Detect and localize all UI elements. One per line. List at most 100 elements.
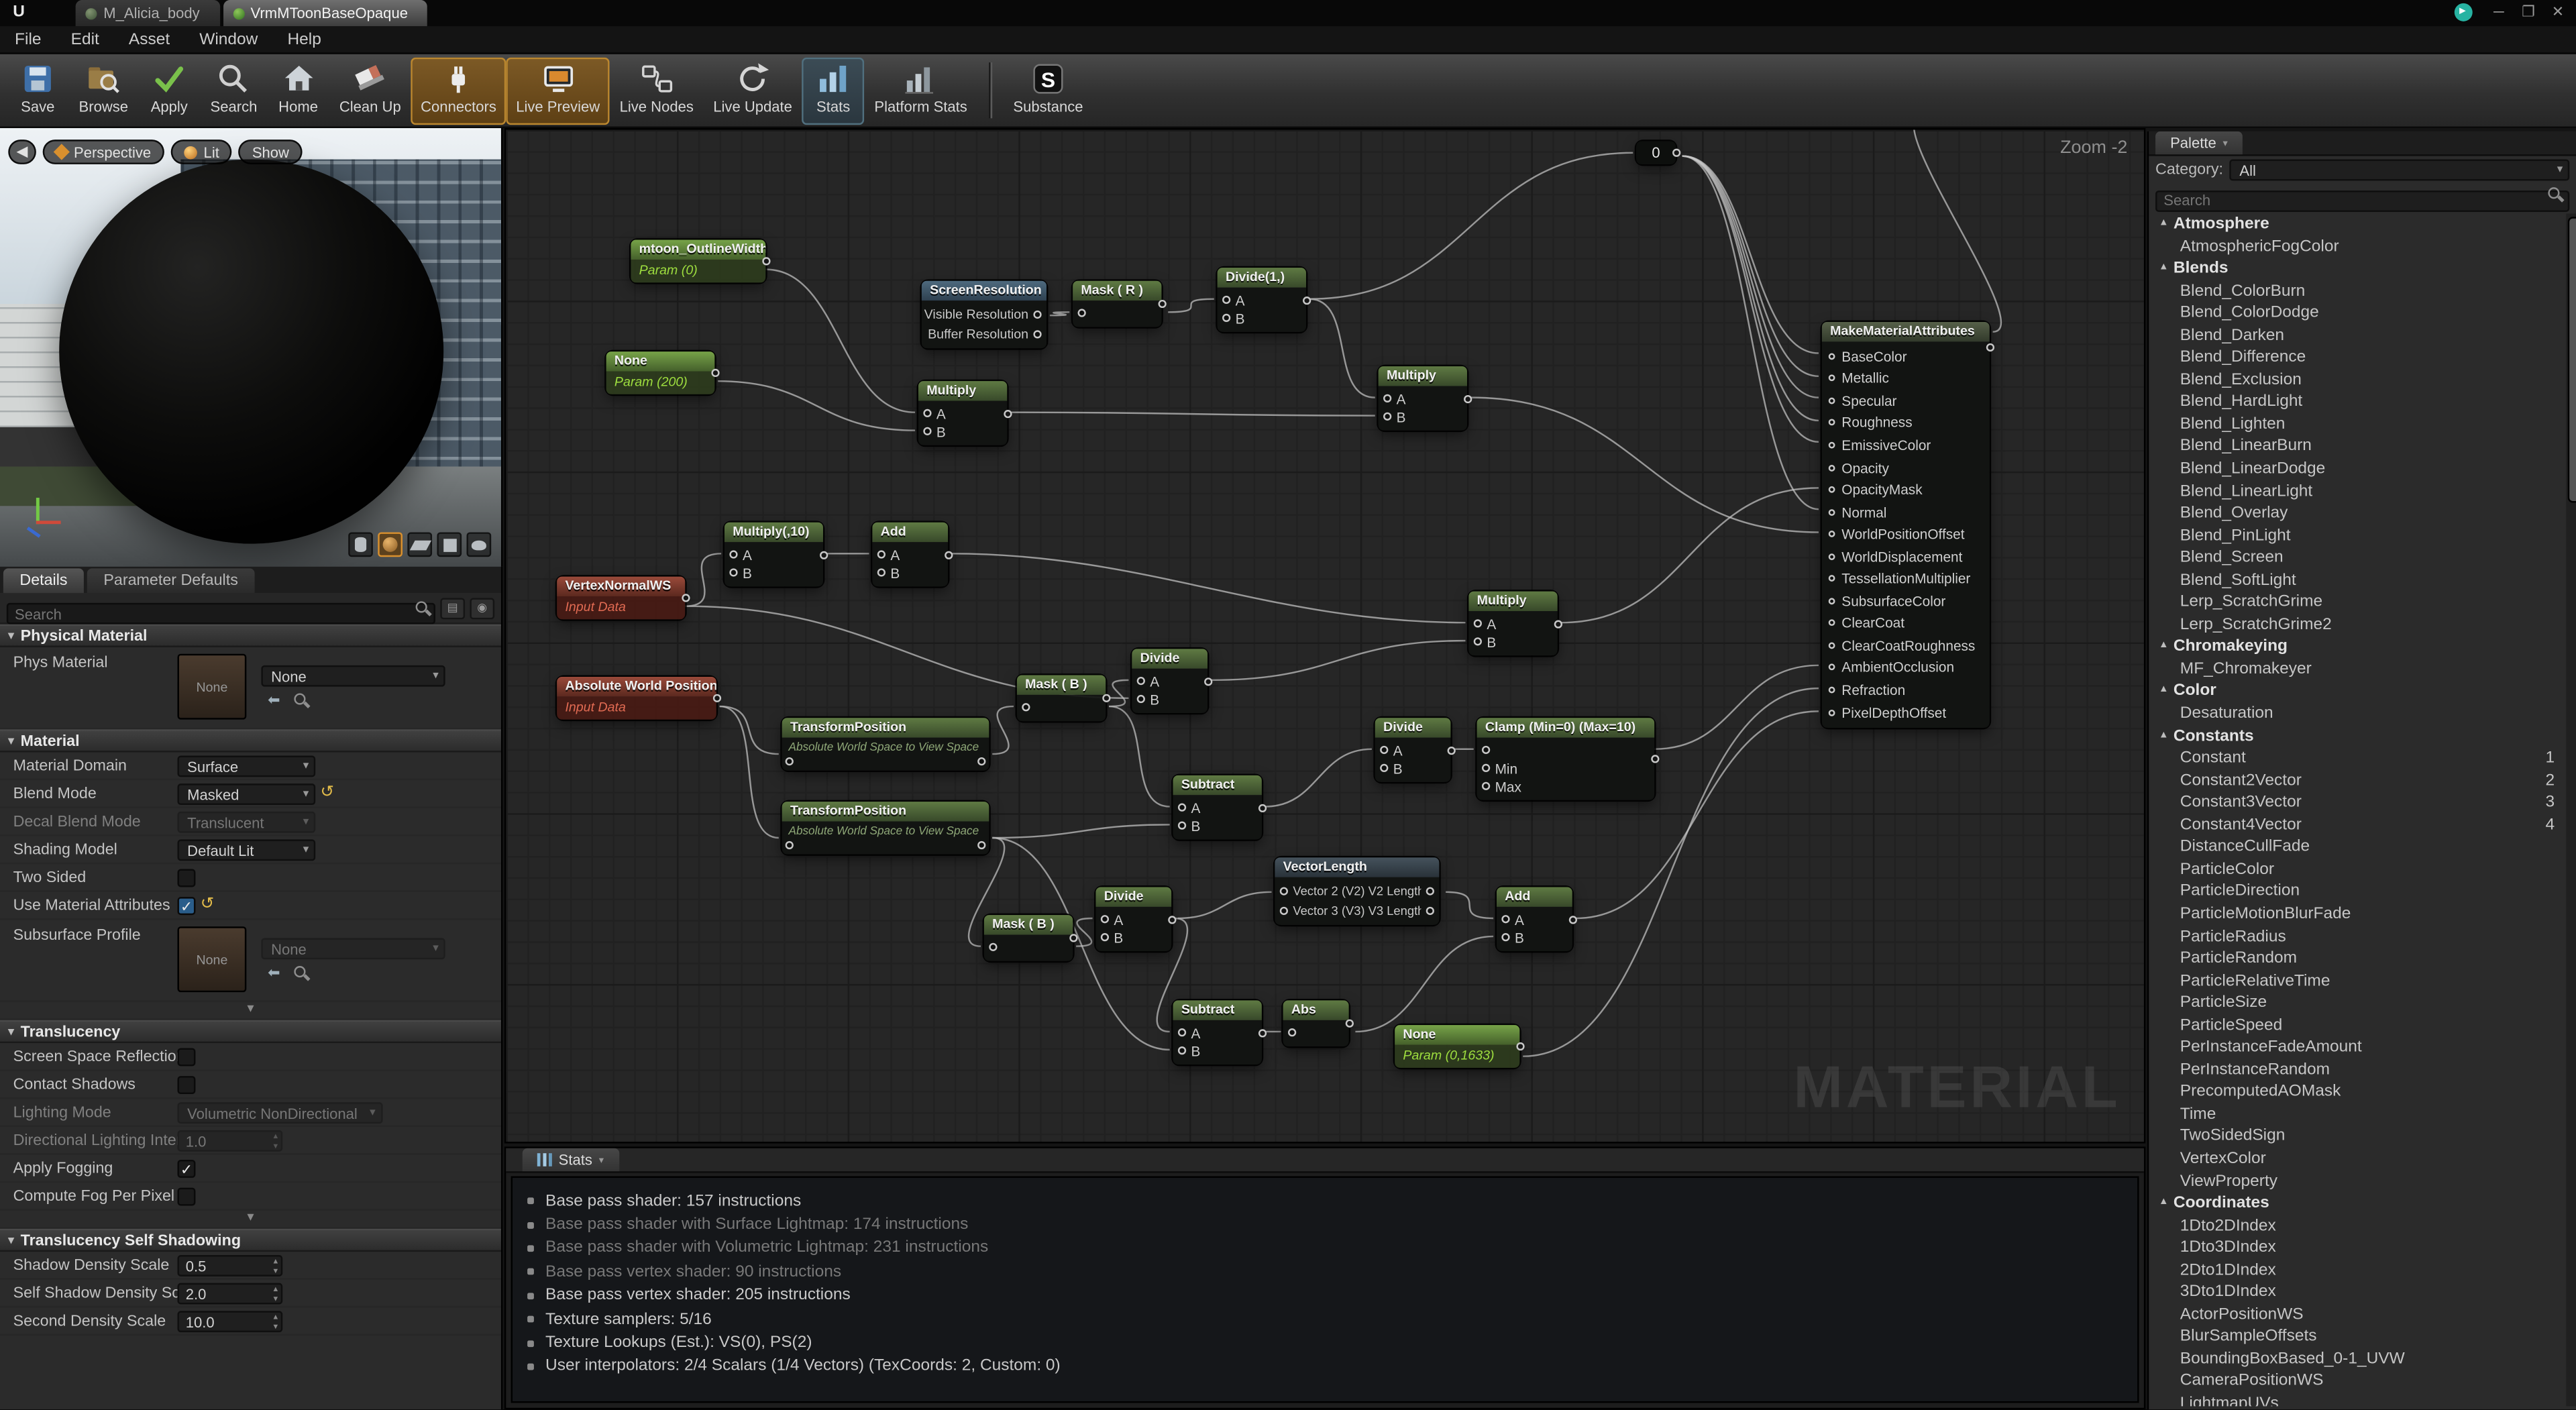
input-pin[interactable] (1829, 464, 1835, 471)
reset-to-default-icon[interactable]: ↺ (201, 897, 215, 913)
view-options-icon[interactable]: ◉ (470, 597, 494, 618)
input-pin[interactable] (1829, 598, 1835, 604)
palette-item-viewproperty[interactable]: ViewProperty (2149, 1171, 2565, 1193)
palette-item-desaturation[interactable]: Desaturation (2149, 703, 2565, 725)
palette-item-constant3vector[interactable]: Constant3Vector3 (2149, 792, 2565, 814)
filter-icon[interactable]: ▤ (440, 597, 465, 618)
input-pin[interactable] (1829, 620, 1835, 627)
palette-item-mf-chromakeyer[interactable]: MF_Chromakeyer (2149, 659, 2565, 681)
input-pin[interactable] (1501, 933, 1509, 941)
palette-item-distancecullfade[interactable]: DistanceCullFade (2149, 836, 2565, 859)
input-pin[interactable] (1474, 619, 1482, 627)
input-pin[interactable] (786, 841, 794, 849)
spinner-arrows-icon[interactable]: ▲▼ (272, 1131, 279, 1150)
live-nodes-button[interactable]: Live Nodes (610, 56, 704, 123)
shape-plane-button[interactable] (407, 532, 432, 557)
input-pin[interactable] (1380, 764, 1388, 772)
doc-tab-vrmmtoonbaseopaque[interactable]: VrmMToonBaseOpaque (223, 0, 427, 26)
input-pin[interactable] (1280, 886, 1288, 894)
input-pin[interactable] (877, 550, 885, 558)
input-pin[interactable] (1222, 296, 1230, 304)
input-pin[interactable] (1222, 314, 1230, 322)
substance-button[interactable]: SSubstance (1004, 56, 1093, 123)
output-pin[interactable] (1069, 934, 1077, 942)
palette-item-blend-difference[interactable]: Blend_Difference (2149, 347, 2565, 369)
use-material-attributes-checkbox[interactable]: ✓ (177, 896, 195, 914)
contact-shadows-checkbox[interactable] (177, 1075, 195, 1093)
palette-group-atmosphere[interactable]: ▲Atmosphere (2149, 213, 2565, 235)
palette-item-blend-hardlight[interactable]: Blend_HardLight (2149, 392, 2565, 414)
graph-node-subtract[interactable]: SubtractAB (1173, 775, 1262, 840)
palette-item-1dto3dindex[interactable]: 1Dto3DIndex (2149, 1237, 2565, 1259)
input-pin[interactable] (1829, 419, 1835, 426)
output-pin[interactable] (1168, 915, 1176, 923)
two-sided-checkbox[interactable] (177, 868, 195, 886)
palette-item-1dto2dindex[interactable]: 1Dto2DIndex (2149, 1215, 2565, 1237)
input-pin[interactable] (786, 757, 794, 765)
material-node-graph[interactable]: 0mtoon_OutlineWidthParam (0)NoneParam (2… (504, 128, 2146, 1143)
palette-item-blend-pinlight[interactable]: Blend_PinLight (2149, 525, 2565, 547)
input-pin[interactable] (1078, 309, 1086, 317)
doc-tab-m-alicia-body[interactable]: M_Alicia_body (76, 0, 219, 26)
directional-lighting-inten-number-field[interactable]: 1.0▲▼ (177, 1130, 282, 1151)
palette-item-particledirection[interactable]: ParticleDirection (2149, 881, 2565, 904)
input-pin[interactable] (1829, 664, 1835, 671)
close-button[interactable]: ✕ (2544, 1, 2571, 23)
palette-item-lightmapuvs[interactable]: LightmapUVs (2149, 1393, 2565, 1407)
input-pin[interactable] (1137, 677, 1145, 685)
phys-material-asset-dropdown[interactable]: None▾ (261, 665, 445, 686)
input-pin[interactable] (1280, 906, 1288, 914)
palette-item-blend-softlight[interactable]: Blend_SoftLight (2149, 570, 2565, 592)
palette-item-particlerandom[interactable]: ParticleRandom (2149, 948, 2565, 970)
output-pin[interactable] (1464, 394, 1472, 402)
palette-group-chromakeying[interactable]: ▲Chromakeying (2149, 637, 2565, 659)
shape-cylinder-button[interactable] (348, 532, 373, 557)
graph-node-multiply[interactable]: MultiplyAB (1468, 592, 1557, 656)
palette-item-time[interactable]: Time (2149, 1103, 2565, 1126)
input-pin[interactable] (1101, 915, 1109, 923)
menu-edit[interactable]: Edit (56, 26, 114, 52)
graph-node-makematerialattributes[interactable]: MakeMaterialAttributesBaseColorMetallicS… (1822, 322, 1990, 728)
input-pin[interactable] (1829, 553, 1835, 560)
platform-stats-button[interactable]: Platform Stats (865, 56, 977, 123)
menu-file[interactable]: File (0, 26, 56, 52)
use-selected-asset-icon[interactable]: ⬅ (268, 963, 280, 981)
graph-node-none[interactable]: NoneParam (200) (606, 351, 715, 394)
input-pin[interactable] (1178, 1028, 1186, 1036)
graph-node-add[interactable]: AddAB (872, 523, 948, 587)
palette-item-particlespeed[interactable]: ParticleSpeed (2149, 1015, 2565, 1037)
graph-node-screenresolution[interactable]: ScreenResolutionVisible ResolutionBuffer… (922, 281, 1046, 348)
graph-node-mtoon-outlinewidth[interactable]: mtoon_OutlineWidthParam (0) (631, 240, 765, 283)
section-header[interactable]: ▾Physical Material (0, 625, 501, 647)
palette-item-blend-lineardodge[interactable]: Blend_LinearDodge (2149, 458, 2565, 480)
graph-node-transformposition[interactable]: TransformPositionAbsolute World Space to… (782, 718, 989, 770)
output-pin[interactable] (1258, 804, 1267, 812)
apply-button[interactable]: Apply (138, 56, 201, 123)
input-pin[interactable] (1829, 442, 1835, 449)
palette-item-blend-darken[interactable]: Blend_Darken (2149, 325, 2565, 347)
section-header[interactable]: ▾Translucency Self Shadowing (0, 1229, 501, 1252)
palette-item-3dto1dindex[interactable]: 3Dto1DIndex (2149, 1282, 2565, 1304)
shape-cube-button[interactable] (437, 532, 462, 557)
spinner-arrows-icon[interactable]: ▲▼ (272, 1284, 279, 1303)
input-pin[interactable] (1829, 508, 1835, 515)
output-pin[interactable] (682, 594, 690, 602)
graph-node-subtract[interactable]: SubtractAB (1173, 1000, 1262, 1065)
input-pin[interactable] (1482, 782, 1490, 790)
tab-details[interactable]: Details (3, 568, 84, 593)
palette-item-blend-screen[interactable]: Blend_Screen (2149, 547, 2565, 570)
self-shadow-density-sca-number-field[interactable]: 2.0▲▼ (177, 1282, 282, 1303)
use-selected-asset-icon[interactable]: ⬅ (268, 691, 280, 709)
output-pin[interactable] (1102, 694, 1110, 702)
preview-viewport[interactable]: ◀PerspectiveLitShow (0, 128, 502, 567)
palette-item-blend-colorburn[interactable]: Blend_ColorBurn (2149, 280, 2565, 303)
viewport-perspective-button[interactable]: Perspective (42, 140, 164, 164)
search-button[interactable]: Search (201, 56, 267, 123)
output-pin[interactable] (1426, 886, 1434, 894)
palette-item-blend-overlay[interactable]: Blend_Overlay (2149, 503, 2565, 525)
section-expander[interactable]: ▼ (0, 1002, 501, 1020)
palette-group-constants[interactable]: ▲Constants (2149, 725, 2565, 747)
palette-item-perinstancefadeamount[interactable]: PerInstanceFadeAmount (2149, 1037, 2565, 1059)
graph-node-divide[interactable]: DivideAB (1375, 718, 1451, 782)
clean-up-button[interactable]: Clean Up (329, 56, 411, 123)
